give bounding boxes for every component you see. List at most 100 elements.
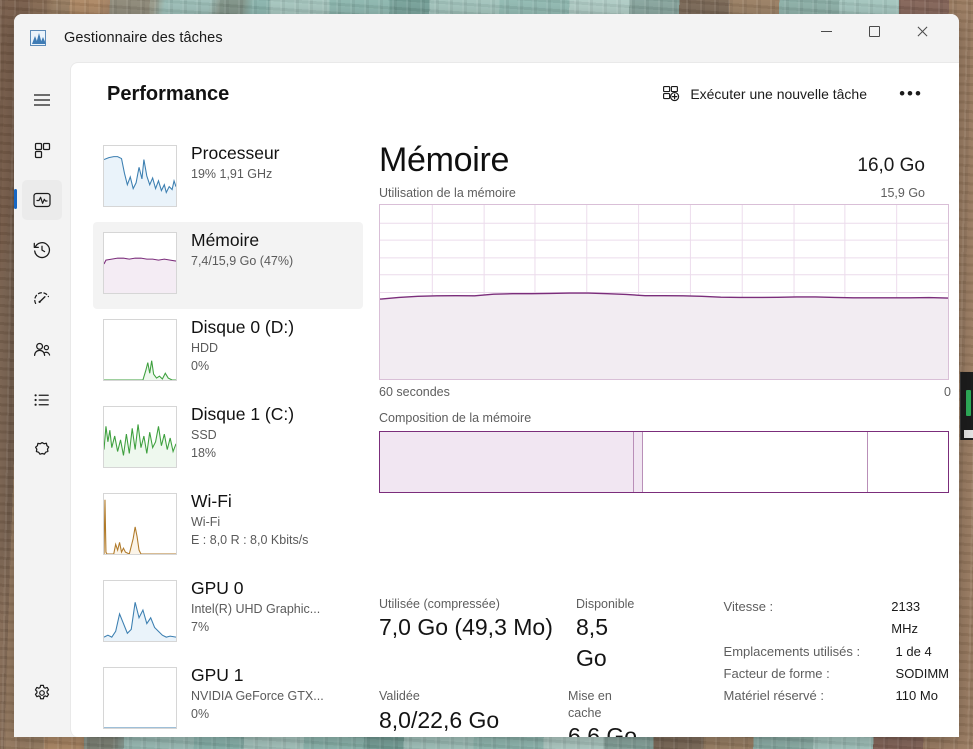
device-sparkline [103,406,177,468]
hardware-info-row: Matériel réservé : 110 Mo [724,685,949,707]
new-task-icon [663,86,680,102]
device-sparkline [103,493,177,555]
close-icon [916,25,928,37]
device-subtitle-1: 19% 1,91 GHz [191,166,273,181]
hamburger-menu-button[interactable] [22,80,62,120]
hardware-info-row: Emplacements utilisés : 1 de 4 [724,641,949,663]
graph-caption: Utilisation de la mémoire [379,186,516,200]
device-sparkline [103,580,177,642]
memory-total-value: 16,0 Go [857,155,925,176]
task-manager-icon [30,30,46,46]
sidebar-item-processes[interactable] [22,130,62,170]
memory-stats: Utilisée (compressée) 7,0 Go (49,3 Mo) D… [379,596,949,737]
maximize-button[interactable] [851,14,897,48]
device-text: Disque 0 (D:) HDD 0% [191,315,294,375]
device-row-disque-1-c[interactable]: Disque 1 (C:) SSD 18% [93,396,363,483]
device-subtitle-2: 7% [191,620,210,634]
device-row-disque-0-d[interactable]: Disque 0 (D:) HDD 0% [93,309,363,396]
stat-committed: Validée 8,0/22,6 Go [379,688,568,737]
sidebar-item-app-history[interactable] [22,230,62,270]
performance-device-list[interactable]: Processeur 19% 1,91 GHz Mémoire 7,4/15,9 Go… [93,135,363,731]
memory-composition-bar[interactable] [379,431,949,493]
composition-segment-en-veille[interactable] [642,432,867,492]
gauge-icon [34,292,50,305]
settings-gear-icon [34,684,50,700]
hardware-info-value: 110 Mo [895,688,938,704]
close-button[interactable] [899,14,945,48]
device-subtitle-1: NVIDIA GeForce GTX... [191,688,324,703]
hardware-info-value: 1 de 4 [895,643,932,659]
device-text: Wi-Fi Wi-Fi E : 8,0 R : 8,0 Kbits/s [191,489,308,549]
memory-composition-caption: Composition de la mémoire [379,411,532,425]
hardware-info-key: Facteur de forme : [723,666,830,682]
title-bar: Gestionnaire des tâches [14,14,959,62]
device-sparkline [103,319,177,381]
composition-segment-libre[interactable] [867,432,948,492]
more-options-button[interactable]: ••• [893,79,929,109]
device-name: Processeur [191,143,280,163]
stat-available-value: 8,5 Go [576,614,608,672]
composition-segment-en-cours-utilisation[interactable] [380,432,633,492]
hardware-info-key: Vitesse : [723,599,774,614]
cog-gear-icon [34,441,50,455]
device-row-gpu-1[interactable]: GPU 1 NVIDIA GeForce GTX... 0% [93,657,363,731]
memory-usage-plot [380,205,948,379]
detail-header: Mémoire 16,0 Go [379,141,949,180]
stat-committed-value: 8,0/22,6 Go [379,706,500,733]
graph-max-label: 15,9 Go [880,186,925,200]
detail-title: Mémoire [379,141,510,179]
grid-icon [34,142,50,158]
sidebar-item-services[interactable] [22,430,62,470]
sidebar-item-startup-apps[interactable] [22,280,62,320]
device-row-processeur[interactable]: Processeur 19% 1,91 GHz [93,135,363,222]
hardware-info-key: Matériel réservé : [723,688,824,704]
stat-used-label: Utilisée (compressée) [379,597,500,611]
device-subtitle-1: SSD [191,427,217,442]
stat-cached: Mise en cache 6,6 Go [568,688,642,737]
run-new-task-button[interactable]: Exécuter une nouvelle tâche [652,79,877,109]
hardware-info-row: Facteur de forme : SODIMM [724,663,949,685]
window-body: Performance Exécuter une nouvelle tâche [14,62,959,737]
task-manager-window: Gestionnaire des tâches Performance Exéc… [14,14,959,737]
device-row-wi-fi[interactable]: Wi-Fi Wi-Fi E : 8,0 R : 8,0 Kbits/s [93,483,363,570]
memory-usage-graph[interactable] [379,204,949,380]
device-subtitle-2: 18% [191,446,217,460]
device-sparkline [103,145,177,207]
device-subtitle-2: 0% [191,359,210,373]
list-icon [34,394,49,406]
device-name: GPU 1 [191,665,244,685]
minimize-icon [820,30,832,32]
device-subtitle-1: HDD [191,340,219,355]
sidebar-item-details[interactable] [22,380,62,420]
window-title: Gestionnaire des tâches [64,30,223,46]
sidebar-item-users[interactable] [22,330,62,370]
background-window-sliver[interactable] [960,372,973,440]
content-toolbar: Performance Exécuter une nouvelle tâche [71,63,959,125]
device-subtitle-1: Intel(R) UHD Graphic... [191,601,321,616]
device-row-gpu-0[interactable]: GPU 0 Intel(R) UHD Graphic... 7% [93,570,363,657]
device-text: GPU 1 NVIDIA GeForce GTX... 0% [191,663,324,723]
page-title: Performance [107,82,230,105]
stat-cached-label: Mise en cache [568,689,612,720]
menu-icon [34,94,50,106]
stat-row-used-available: Utilisée (compressée) 7,0 Go (49,3 Mo) D… [379,596,642,674]
device-row-m-moire[interactable]: Mémoire 7,4/15,9 Go (47%) [93,222,363,309]
content-card: Performance Exécuter une nouvelle tâche [70,62,959,737]
device-name: Disque 0 (D:) [191,317,295,337]
run-new-task-label: Exécuter une nouvelle tâche [690,86,867,102]
device-subtitle-2: E : 8,0 R : 8,0 Kbits/s [191,533,309,547]
graph-x-left-label: 60 secondes [379,385,450,399]
composition-segment-modifiee[interactable] [633,432,642,492]
stat-available-label: Disponible [576,597,635,611]
sidebar-item-performance[interactable] [14,180,62,220]
people-icon [33,342,51,357]
sidebar-item-settings[interactable] [22,673,62,713]
memory-stats-spacer [642,596,721,737]
background-window-accent [966,390,971,416]
navigation-rail [14,62,70,737]
graph-caption-row: Utilisation de la mémoire 15,9 Go [379,186,949,200]
device-subtitle-2: 0% [191,707,210,721]
stat-row-committed-cached: Validée 8,0/22,6 Go Mise en cache 6,6 Go [379,688,642,737]
memory-detail-panel: Mémoire 16,0 Go Utilisation de la mémoir… [379,141,951,737]
minimize-button[interactable] [803,14,849,48]
